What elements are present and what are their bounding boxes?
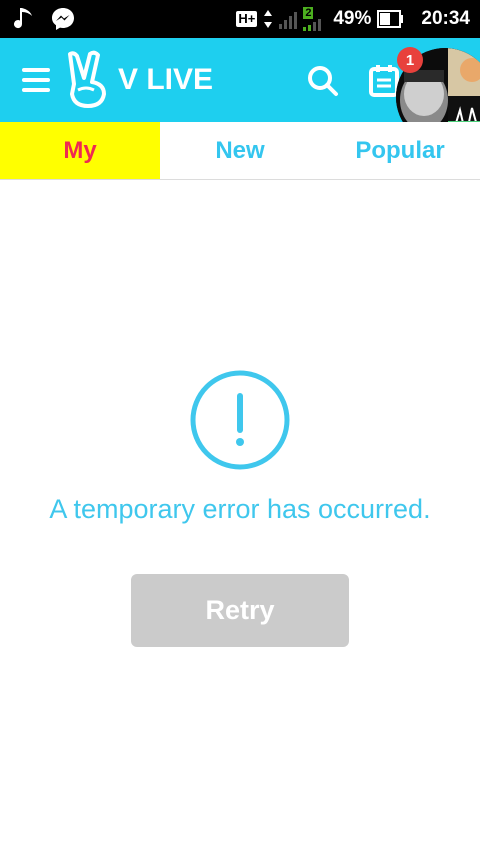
network-type: H+ <box>236 11 258 27</box>
v-hand-logo-icon <box>68 50 106 108</box>
tab-bar: My New Popular <box>0 122 480 180</box>
music-note-icon <box>14 8 32 29</box>
status-bar: H+ 2 49% 20:34 <box>0 0 480 38</box>
logo-text: V LIVE <box>118 63 214 96</box>
tab-new[interactable]: New <box>160 122 320 179</box>
signal-icon <box>279 9 298 29</box>
status-right: H+ 2 49% 20:34 <box>236 0 470 38</box>
battery-percent: 49% <box>333 8 372 29</box>
alert-circle-icon <box>190 370 290 470</box>
data-arrows-icon <box>264 10 273 28</box>
battery-icon <box>377 10 404 28</box>
messenger-icon <box>52 8 74 30</box>
sim-slot: 2 <box>303 7 314 19</box>
search-icon[interactable] <box>306 64 340 98</box>
signal-icon <box>303 19 322 31</box>
vlive-logo: V LIVE <box>64 50 213 110</box>
error-message: A temporary error has occurred. <box>49 494 431 524</box>
tab-popular[interactable]: Popular <box>320 122 480 179</box>
retry-button[interactable]: Retry <box>131 574 349 647</box>
menu-icon[interactable] <box>22 68 50 92</box>
status-left <box>14 6 76 32</box>
notification-badge: 1 <box>397 47 423 73</box>
clock: 20:34 <box>421 8 470 29</box>
tab-my[interactable]: My <box>0 122 160 179</box>
